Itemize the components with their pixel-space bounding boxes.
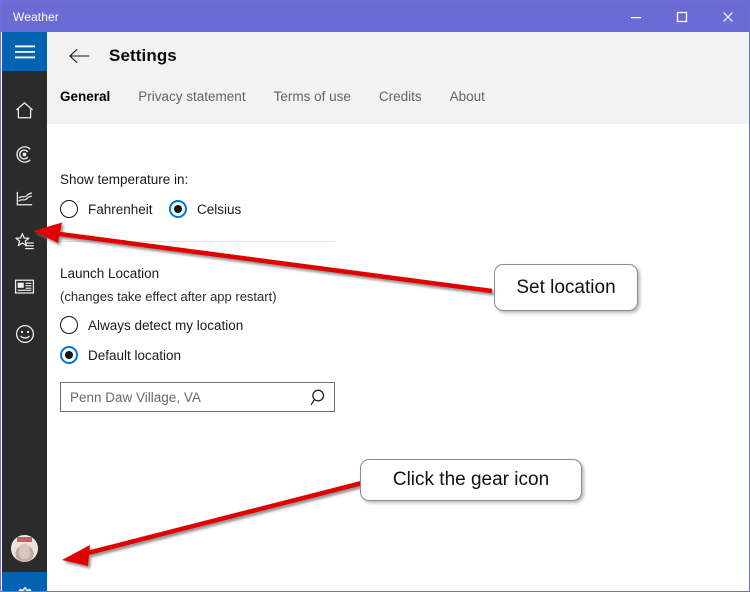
gear-icon	[13, 584, 36, 591]
window-title: Weather	[13, 9, 59, 24]
minimize-button[interactable]	[613, 1, 659, 32]
favorites-star-icon	[14, 231, 36, 253]
temperature-unit-label: Show temperature in:	[60, 172, 189, 187]
page-header: Settings	[47, 32, 749, 80]
sidebar-item-historical[interactable]	[2, 176, 47, 220]
radio-fahrenheit-label: Fahrenheit	[88, 201, 153, 217]
callout-click-gear-icon: Click the gear icon	[360, 459, 582, 501]
page-title: Settings	[109, 46, 177, 65]
radio-always-detect-location[interactable]: Always detect my location	[60, 316, 243, 334]
radio-fahrenheit-indicator	[60, 200, 78, 218]
sidebar-item-feedback[interactable]	[2, 312, 47, 356]
content-pane: Settings General Privacy statement Terms…	[47, 32, 749, 591]
radio-always-detect-label: Always detect my location	[88, 317, 244, 333]
magnifier-icon[interactable]	[304, 383, 334, 411]
home-icon	[14, 100, 35, 121]
smiley-icon	[14, 323, 36, 345]
tab-credits[interactable]: Credits	[379, 80, 422, 104]
location-search-box[interactable]	[60, 382, 335, 412]
radio-default-location[interactable]: Default location	[60, 346, 181, 364]
radio-default-location-indicator	[60, 346, 78, 364]
location-search-input[interactable]	[70, 389, 304, 405]
radio-default-location-label: Default location	[88, 347, 182, 363]
hamburger-icon[interactable]	[2, 32, 47, 71]
callout-set-location: Set location	[494, 264, 638, 311]
sidebar-item-forecast[interactable]	[2, 88, 47, 132]
sidebar-item-news[interactable]	[2, 264, 47, 308]
window-controls	[613, 1, 749, 32]
radio-celsius-indicator	[169, 200, 187, 218]
tab-about[interactable]: About	[450, 80, 485, 104]
tab-privacy-statement[interactable]: Privacy statement	[138, 80, 245, 104]
sidebar-item-favorites[interactable]	[2, 220, 47, 264]
section-divider	[60, 241, 335, 242]
radio-fahrenheit[interactable]: Fahrenheit	[60, 200, 153, 218]
account-avatar-button[interactable]	[2, 524, 47, 572]
radio-celsius-label: Celsius	[197, 201, 242, 217]
news-icon	[14, 277, 35, 296]
close-button[interactable]	[705, 1, 749, 32]
tab-general[interactable]: General	[60, 80, 110, 104]
radio-celsius[interactable]: Celsius	[169, 200, 241, 218]
sidebar-item-maps[interactable]	[2, 132, 47, 176]
back-button[interactable]	[57, 34, 101, 78]
chart-icon	[14, 188, 35, 209]
sidebar-item-settings[interactable]	[2, 572, 47, 591]
launch-location-note: (changes take effect after app restart)	[60, 289, 277, 304]
tab-terms-of-use[interactable]: Terms of use	[274, 80, 351, 104]
launch-location-label: Launch Location	[60, 266, 160, 281]
radar-icon	[14, 144, 35, 165]
settings-tabs: General Privacy statement Terms of use C…	[47, 80, 749, 124]
settings-general-panel: Show temperature in: Fahrenheit Celsius …	[47, 124, 749, 591]
radio-always-detect-indicator	[60, 316, 78, 334]
title-bar: Weather	[1, 1, 749, 32]
navigation-rail	[2, 32, 47, 591]
avatar	[11, 534, 38, 562]
maximize-button[interactable]	[659, 1, 705, 32]
